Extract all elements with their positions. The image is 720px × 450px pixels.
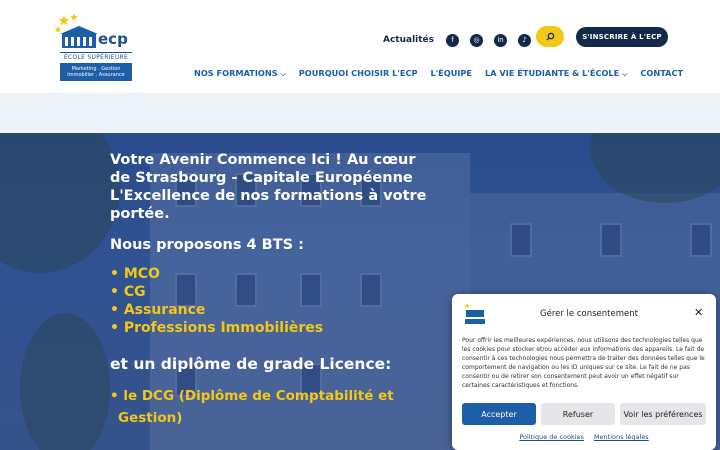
facebook-icon[interactable]: f (446, 33, 460, 47)
hero-headline: Votre Avenir Commence Ici ! Au cœur de S… (110, 152, 427, 222)
header-spacer-band (0, 93, 720, 133)
bts-list: MCO CG Assurance Professions Immobilière… (110, 265, 440, 337)
ecp-logo[interactable]: ecp ÉCOLE SUPÉRIEURE Marketing . Gestion… (54, 12, 132, 82)
chevron-down-icon: ⌵ (622, 70, 628, 78)
nav-item-pourquoi[interactable]: POURQUOI CHOISIR L'ECP (299, 68, 418, 79)
refuse-button[interactable]: Refuser (541, 403, 615, 425)
logo-wordmark: ecp (98, 30, 128, 48)
site-header: ecp ÉCOLE SUPÉRIEURE Marketing . Gestion… (0, 0, 720, 93)
close-icon[interactable]: ✕ (694, 306, 703, 319)
nav-item-formations-label: NOS FORMATIONS (194, 68, 278, 78)
nav-item-formations[interactable]: NOS FORMATIONS ⌵ (194, 68, 286, 79)
consent-title: Gérer le consentement (540, 309, 638, 319)
preferences-button[interactable]: Voir les préférences (620, 403, 706, 425)
nav-item-equipe[interactable]: L'ÉQUIPE (430, 68, 472, 79)
logo-building-icon (54, 13, 98, 48)
logo-tagline-line-2: Immobilier . Assurance (67, 72, 125, 78)
legal-notice-link[interactable]: Mentions légales (594, 433, 649, 441)
consent-logo (462, 302, 486, 326)
cookie-policy-link[interactable]: Politique de cookies (519, 433, 584, 441)
logo-tagline: Marketing . Gestion Immobilier . Assuran… (60, 63, 132, 81)
main-nav: NOS FORMATIONS ⌵ POURQUOI CHOISIR L'ECP … (194, 68, 683, 79)
logo-building-icon (464, 303, 485, 324)
licence-title: et un diplôme de grade Licence: (110, 355, 392, 373)
news-link[interactable]: Actualités (383, 35, 434, 45)
consent-body: Pour offrir les meilleures expériences, … (462, 337, 705, 389)
instagram-icon[interactable]: ◎ (470, 33, 484, 47)
hero-content: Votre Avenir Commence Ici ! Au cœur de S… (110, 151, 440, 429)
cookie-consent-dialog: Gérer le consentement ✕ Pour offrir les … (452, 294, 716, 450)
dcg-label: le DCG (Diplôme de Comptabilité et Gesti… (118, 388, 394, 426)
dcg-item: • le DCG (Diplôme de Comptabilité et Ges… (110, 388, 394, 426)
search-icon (545, 32, 554, 41)
nav-item-contact[interactable]: CONTACT (640, 68, 683, 79)
chevron-down-icon: ⌵ (280, 70, 286, 78)
list-item: MCO (110, 265, 440, 283)
top-utility-row: Actualités f ◎ in ♪ (380, 28, 532, 52)
tiktok-icon[interactable]: ♪ (518, 33, 532, 47)
hero-subhead: Nous proposons 4 BTS : (110, 237, 304, 253)
list-item: Assurance (110, 301, 440, 319)
search-button[interactable] (536, 26, 564, 47)
enroll-button[interactable]: S'INSCRIRE À L'ECP (576, 27, 668, 47)
accept-button[interactable]: Accepter (462, 403, 536, 425)
nav-item-vie-etudiante-label: LA VIE ÉTUDIANTE & L'ÉCOLE (485, 68, 620, 78)
list-item: Professions Immobilières (110, 319, 440, 337)
list-item: CG (110, 283, 440, 301)
logo-school-label: ÉCOLE SUPÉRIEURE (60, 52, 132, 61)
linkedin-icon[interactable]: in (494, 33, 508, 47)
nav-item-vie-etudiante[interactable]: LA VIE ÉTUDIANTE & L'ÉCOLE ⌵ (485, 68, 627, 79)
consent-links: Politique de cookies Mentions légales (452, 433, 716, 441)
